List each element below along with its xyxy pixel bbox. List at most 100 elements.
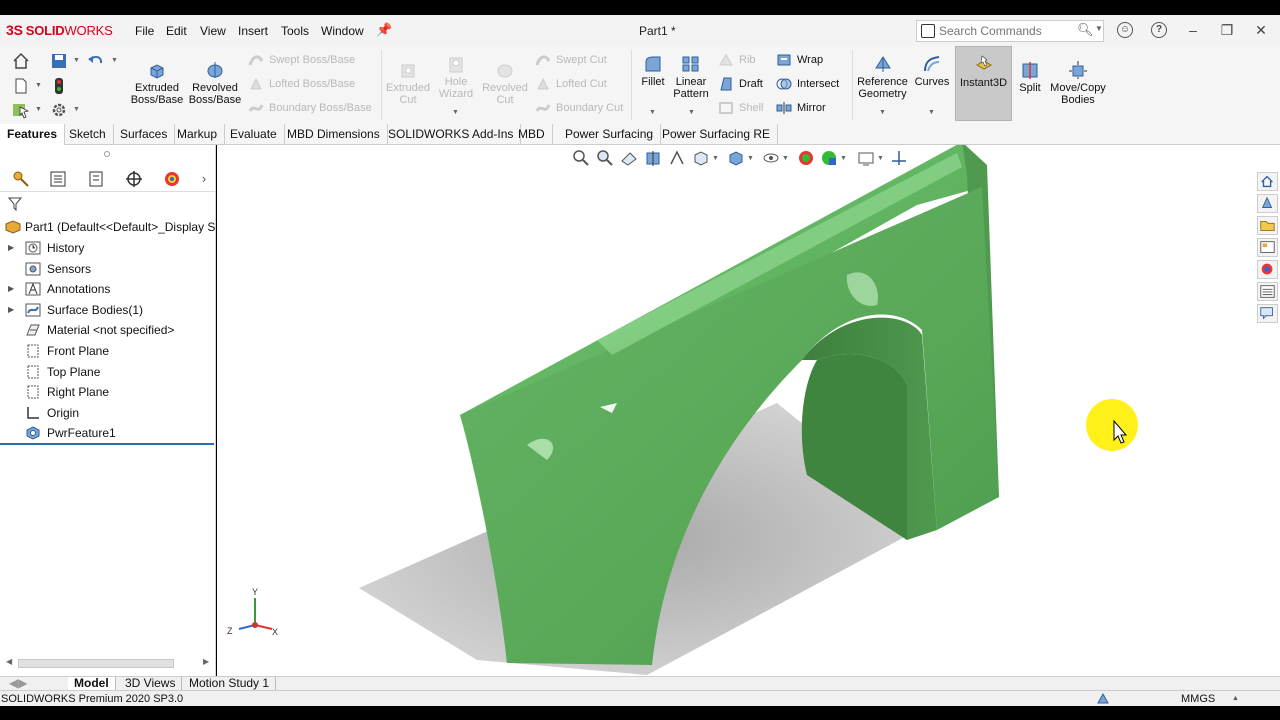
save-icon[interactable] <box>50 52 68 70</box>
chevron-down-icon[interactable]: ▼ <box>840 155 847 162</box>
draft-button[interactable]: Draft <box>718 75 763 93</box>
display-manager-tab-icon[interactable] <box>163 170 181 188</box>
zoom-to-area-icon[interactable] <box>596 149 614 167</box>
tree-item-sensors[interactable]: Sensors <box>0 259 215 279</box>
minimize-icon[interactable]: – <box>1185 22 1201 38</box>
expand-arrow-icon[interactable]: ▶ <box>8 300 14 320</box>
search-icon[interactable]: 🔍︎ <box>1077 22 1094 38</box>
menu-view[interactable]: View <box>200 24 226 38</box>
lofted-boss-button[interactable]: Lofted Boss/Base <box>248 75 355 93</box>
tab-3d-views[interactable]: 3D Views <box>119 677 183 691</box>
viewport-restore-icon[interactable]: ❐ <box>1227 145 1238 146</box>
tab-mbd-dimensions[interactable]: MBD Dimensions <box>280 124 388 145</box>
split-button[interactable]: Split <box>1014 60 1046 94</box>
expand-arrow-icon[interactable]: ▶ <box>8 238 14 258</box>
filter-icon[interactable] <box>8 197 22 211</box>
fillet-button[interactable]: Fillet <box>636 54 670 88</box>
tree-root-part[interactable]: Part1 (Default<<Default>_Display Sta <box>0 217 215 237</box>
tab-features[interactable]: Features <box>0 124 66 145</box>
boundary-boss-button[interactable]: Boundary Boss/Base <box>248 99 372 117</box>
tree-item-front-plane[interactable]: Front Plane <box>0 341 215 361</box>
chevron-down-icon[interactable]: ▼ <box>111 57 118 64</box>
chevron-down-icon[interactable]: ▼ <box>782 155 789 162</box>
tab-model[interactable]: Model <box>68 677 116 691</box>
chevron-down-icon[interactable]: ▼ <box>452 109 459 116</box>
extruded-boss-button[interactable]: Extruded Boss/Base <box>130 60 184 106</box>
tab-mbd[interactable]: MBD <box>511 124 553 145</box>
viewport-close-icon[interactable]: ✕ <box>1251 145 1261 146</box>
chevron-up-icon[interactable]: ▲ <box>1232 695 1239 702</box>
user-account-icon[interactable]: ☺ <box>1117 22 1133 38</box>
rollback-bar[interactable] <box>0 443 214 445</box>
menu-file[interactable]: File <box>135 24 154 38</box>
view-orientation-icon[interactable] <box>692 149 710 167</box>
chevron-down-icon[interactable]: ▼ <box>928 109 935 116</box>
dynamic-annotation-icon[interactable] <box>668 149 686 167</box>
tab-markup[interactable]: Markup <box>170 124 226 145</box>
chevron-down-icon[interactable]: ▼ <box>879 109 886 116</box>
horizontal-scrollbar[interactable]: ◀ ▶ <box>0 657 215 670</box>
chevron-down-icon[interactable]: ▼ <box>73 106 80 113</box>
menu-window[interactable]: Window <box>321 24 364 38</box>
tab-solidworks-add-ins[interactable]: SOLIDWORKS Add-Ins <box>381 124 522 145</box>
origin-triad-icon[interactable] <box>890 149 908 167</box>
tree-item-origin[interactable]: Origin <box>0 403 215 423</box>
viewport-minimize-icon[interactable]: – <box>1203 145 1210 146</box>
configuration-manager-tab-icon[interactable] <box>87 170 105 188</box>
menu-edit[interactable]: Edit <box>166 24 187 38</box>
chevron-right-icon[interactable]: › <box>195 170 213 188</box>
tab-surfaces[interactable]: Surfaces <box>113 124 176 145</box>
shell-button[interactable]: Shell <box>718 99 763 117</box>
restore-icon[interactable]: ❐ <box>1219 22 1235 38</box>
viewport-tile-icon[interactable]: ☐ <box>1154 145 1165 146</box>
section-view-icon[interactable] <box>644 149 662 167</box>
chevron-down-icon[interactable]: ▼ <box>688 109 695 116</box>
linear-pattern-button[interactable]: Linear Pattern <box>672 54 710 100</box>
scroll-left-icon[interactable]: ◀ <box>6 657 12 666</box>
search-commands-box[interactable]: 🔍︎ ▼ <box>916 20 1104 42</box>
chevron-down-icon[interactable]: ▼ <box>877 155 884 162</box>
tab-power-surfacing-re[interactable]: Power Surfacing RE <box>655 124 779 145</box>
move-copy-bodies-button[interactable]: Move/Copy Bodies <box>1047 60 1109 106</box>
model-canvas[interactable]: Y X Z <box>217 145 1280 676</box>
intersect-button[interactable]: Intersect <box>776 75 839 93</box>
panel-grip-handle[interactable] <box>104 151 110 157</box>
rib-button[interactable]: Rib <box>718 51 756 69</box>
tree-item-surface-bodies[interactable]: ▶ Surface Bodies(1) <box>0 300 215 320</box>
swept-boss-button[interactable]: Swept Boss/Base <box>248 51 355 69</box>
options-gear-icon[interactable] <box>50 101 68 119</box>
hole-wizard-button[interactable]: Hole Wizard <box>434 54 478 100</box>
solidworks-resources-icon[interactable] <box>1257 172 1278 191</box>
tab-evaluate[interactable]: Evaluate <box>223 124 285 145</box>
instant3d-button[interactable]: Instant3D <box>955 46 1012 121</box>
custom-properties-icon[interactable] <box>1257 282 1278 301</box>
tab-sketch[interactable]: Sketch <box>62 124 114 145</box>
previous-view-icon[interactable] <box>620 149 638 167</box>
rebuild-traffic-light-icon[interactable] <box>50 77 68 95</box>
display-style-icon[interactable] <box>727 149 745 167</box>
pin-icon[interactable]: 📌 <box>376 22 392 38</box>
revolved-boss-button[interactable]: Revolved Boss/Base <box>188 60 242 106</box>
tree-item-material[interactable]: Material <not specified> <box>0 320 215 340</box>
chevron-down-icon[interactable]: ▼ <box>73 57 80 64</box>
extruded-cut-button[interactable]: Extruded Cut <box>384 60 432 106</box>
chevron-down-icon[interactable]: ▼ <box>35 82 42 89</box>
chevron-down-icon[interactable]: ▼ <box>712 155 719 162</box>
select-pointer-icon[interactable] <box>12 101 30 119</box>
view-settings-icon[interactable] <box>857 149 875 167</box>
chevron-down-icon[interactable]: ▼ <box>35 106 42 113</box>
viewport-split-icon[interactable]: ❐ <box>1178 145 1189 146</box>
apply-scene-icon[interactable] <box>820 149 838 167</box>
design-library-icon[interactable] <box>1257 194 1278 213</box>
file-explorer-icon[interactable] <box>1257 216 1278 235</box>
search-input[interactable] <box>939 23 1069 39</box>
mirror-button[interactable]: Mirror <box>776 99 826 117</box>
home-icon[interactable] <box>12 52 30 70</box>
curves-button[interactable]: Curves <box>912 54 952 88</box>
revolved-cut-button[interactable]: Revolved Cut <box>480 60 530 106</box>
zoom-to-fit-icon[interactable] <box>572 149 590 167</box>
tree-item-annotations[interactable]: ▶ Annotations <box>0 279 215 299</box>
rebuild-status-icon[interactable] <box>1096 692 1110 705</box>
swept-cut-button[interactable]: Swept Cut <box>535 51 607 69</box>
chevron-down-icon[interactable]: ▼ <box>649 109 656 116</box>
